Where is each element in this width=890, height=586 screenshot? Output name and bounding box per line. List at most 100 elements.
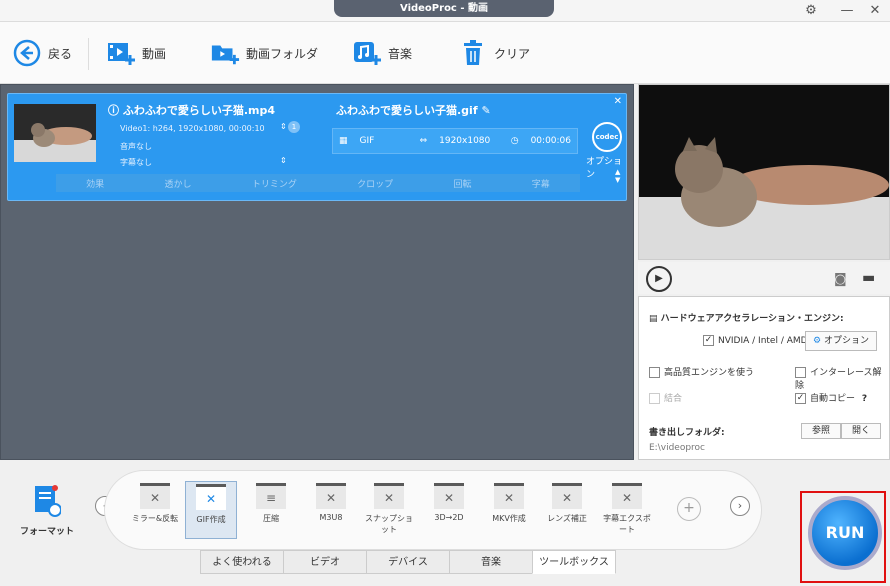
video-thumbnail (14, 104, 96, 162)
edit-toolbar: 効果 透かし トリミング クロップ 回転 字幕 (56, 174, 580, 192)
folder-icon[interactable]: ▬ (862, 270, 875, 286)
track-count-badge: 1 (288, 121, 300, 133)
music-label: 音楽 (388, 46, 413, 61)
tab-toolbox[interactable]: ツールボックス (532, 550, 616, 574)
wrench-icon: ✕ (140, 483, 170, 509)
zip-icon: ≡ (256, 483, 286, 509)
add-tool-button[interactable]: + (677, 497, 701, 521)
toolbox-carousel: ✕ ミラー&反転 ✕ GIF作成 ≡ 圧縮 ✕ M3U8 ✕ スナップショット ✕ 3D→2… (104, 470, 762, 550)
back-label: 戻る (48, 46, 73, 61)
tab-video[interactable]: ビデオ (283, 550, 367, 574)
audio-track-select[interactable]: 音声なし (120, 141, 152, 152)
wrench-icon: ✕ (552, 483, 582, 509)
run-button[interactable]: RUN (808, 496, 882, 570)
add-video-folder-button[interactable]: 動画フォルダ (210, 36, 318, 70)
open-button[interactable]: 開く (841, 423, 881, 439)
output-format: GIF (359, 136, 375, 146)
chevron-updown-icon: ⇕ (280, 156, 287, 165)
tool-mirror-flip[interactable]: ✕ ミラー&反転 (129, 481, 181, 539)
edit-rotate-button[interactable]: 回転 (453, 177, 471, 190)
checkbox-icon[interactable] (795, 367, 806, 378)
toolbar: 戻る 動画 動画フォルダ 音楽 クリア (0, 22, 890, 84)
remove-item-icon[interactable]: ✕ (614, 96, 622, 107)
wrench-icon: ✕ (316, 483, 346, 509)
browse-button[interactable]: 参照 (801, 423, 841, 439)
output-resolution: 1920x1080 (439, 136, 491, 146)
deinterlace-checkbox[interactable]: インターレース解除 (795, 365, 889, 391)
tool-3d-to-2d[interactable]: ✕ 3D→2D (423, 481, 475, 539)
output-info-bar: ▦ GIF ⇔ 1920x1080 ◷ 00:00:06 (332, 128, 578, 154)
source-file-name: ⓘ ふわふわで愛らしい子猫.mp4 (108, 104, 276, 117)
edit-trim-button[interactable]: トリミング (252, 177, 297, 190)
merge-checkbox[interactable]: 結合 (649, 391, 682, 404)
add-video-button[interactable]: 動画 (106, 36, 166, 70)
minimize-icon[interactable]: — (838, 2, 856, 20)
tool-gif-maker[interactable]: ✕ GIF作成 (185, 481, 237, 539)
gear-icon[interactable]: ⚙ (802, 2, 820, 20)
tool-snapshot[interactable]: ✕ スナップショット (363, 481, 415, 539)
video-folder-label: 動画フォルダ (246, 46, 319, 61)
back-button[interactable]: 戻る (12, 36, 72, 70)
format-button[interactable]: フォーマット (20, 484, 74, 544)
camera-icon[interactable]: ◙ (834, 272, 847, 287)
edit-effect-button[interactable]: 効果 (86, 177, 104, 190)
tool-subtitle-export[interactable]: ✕ 字幕エクスポート (601, 481, 653, 539)
close-icon[interactable]: ✕ (866, 2, 884, 20)
output-file-name[interactable]: ふわふわで愛らしい子猫.gif ✎ (336, 102, 491, 118)
tab-popular[interactable]: よく使われる (200, 550, 284, 574)
hw-option-button[interactable]: ⚙ オプション (805, 331, 877, 351)
edit-subtitle-button[interactable]: 字幕 (532, 177, 550, 190)
info-icon: ⓘ (108, 104, 123, 117)
clear-label: クリア (494, 46, 531, 61)
tool-compress[interactable]: ≡ 圧縮 (245, 481, 297, 539)
video-preview (638, 84, 890, 260)
high-quality-checkbox[interactable]: 高品質エンジンを使う (649, 365, 754, 378)
trash-icon (458, 38, 488, 68)
clear-button[interactable]: クリア (458, 36, 530, 70)
checkbox-icon[interactable] (649, 367, 660, 378)
tool-mkv-maker[interactable]: ✕ MKV作成 (483, 481, 535, 539)
scroll-arrows-icon[interactable]: ▲ ▼ (615, 168, 620, 184)
wrench-icon: ✕ (374, 483, 404, 509)
file-list-area[interactable]: ⓘ ふわふわで愛らしい子猫.mp4 Video1: h264, 1920x108… (0, 84, 634, 460)
video-info: Video1: h264, 1920x1080, 00:00:10 (120, 124, 265, 133)
video-label: 動画 (142, 46, 167, 61)
play-icon[interactable]: ▶ (646, 266, 672, 292)
clock-icon: ◷ (510, 136, 519, 146)
tool-m3u8[interactable]: ✕ M3U8 (305, 481, 357, 539)
format-icon (33, 484, 62, 518)
tool-lens-correction[interactable]: ✕ レンズ補正 (541, 481, 593, 539)
codec-option-icon[interactable]: codec (592, 122, 622, 152)
output-duration: 00:00:06 (530, 136, 571, 146)
gpu-checkbox[interactable]: ✓ NVIDIA / Intel / AMD (703, 335, 808, 346)
hw-accel-title: ▤ ハードウェアアクセラレーション・エンジン: (649, 314, 844, 324)
edit-crop-button[interactable]: クロップ (357, 177, 393, 190)
resolution-icon: ⇔ (419, 136, 428, 146)
tab-music[interactable]: 音楽 (449, 550, 533, 574)
window-title: VideoProc - 動画 (334, 0, 554, 17)
preview-controls: ▶ ◙ ▬ (638, 262, 890, 294)
folder-plus-icon (210, 38, 240, 68)
bottom-panel: フォーマット ‹ ✕ミラー&反転 ✕GIF作成 ≡圧縮 ✕M3U8 ✕スナップシ… (0, 460, 890, 586)
chip-icon: ▤ (649, 314, 661, 324)
chevron-updown-icon: ⇕ (280, 122, 287, 131)
wrench-icon: ✕ (612, 483, 642, 509)
wrench-icon: ✕ (494, 483, 524, 509)
carousel-next-button[interactable]: › (730, 496, 750, 516)
wrench-icon: ✕ (434, 483, 464, 509)
toolbar-divider (88, 38, 89, 70)
auto-copy-checkbox[interactable]: ✓ 自動コピー ? (795, 391, 867, 404)
wrench-icon: ✕ (196, 484, 226, 510)
settings-panel: ▤ ハードウェアアクセラレーション・エンジン: ✓ NVIDIA / Intel … (638, 296, 890, 460)
checkbox-checked-icon[interactable]: ✓ (703, 335, 714, 346)
add-music-button[interactable]: 音楽 (352, 36, 412, 70)
help-icon[interactable]: ? (862, 394, 867, 404)
subtitle-select[interactable]: 字幕なし (120, 157, 152, 168)
tab-device[interactable]: デバイス (366, 550, 450, 574)
checkbox-icon[interactable] (649, 393, 660, 404)
edit-watermark-button[interactable]: 透かし (164, 177, 191, 190)
title-bar: VideoProc - 動画 ⚙ — ✕ (0, 0, 890, 22)
pencil-icon[interactable]: ✎ (478, 104, 490, 117)
video-item[interactable]: ⓘ ふわふわで愛らしい子猫.mp4 Video1: h264, 1920x108… (7, 93, 627, 201)
checkbox-checked-icon[interactable]: ✓ (795, 393, 806, 404)
